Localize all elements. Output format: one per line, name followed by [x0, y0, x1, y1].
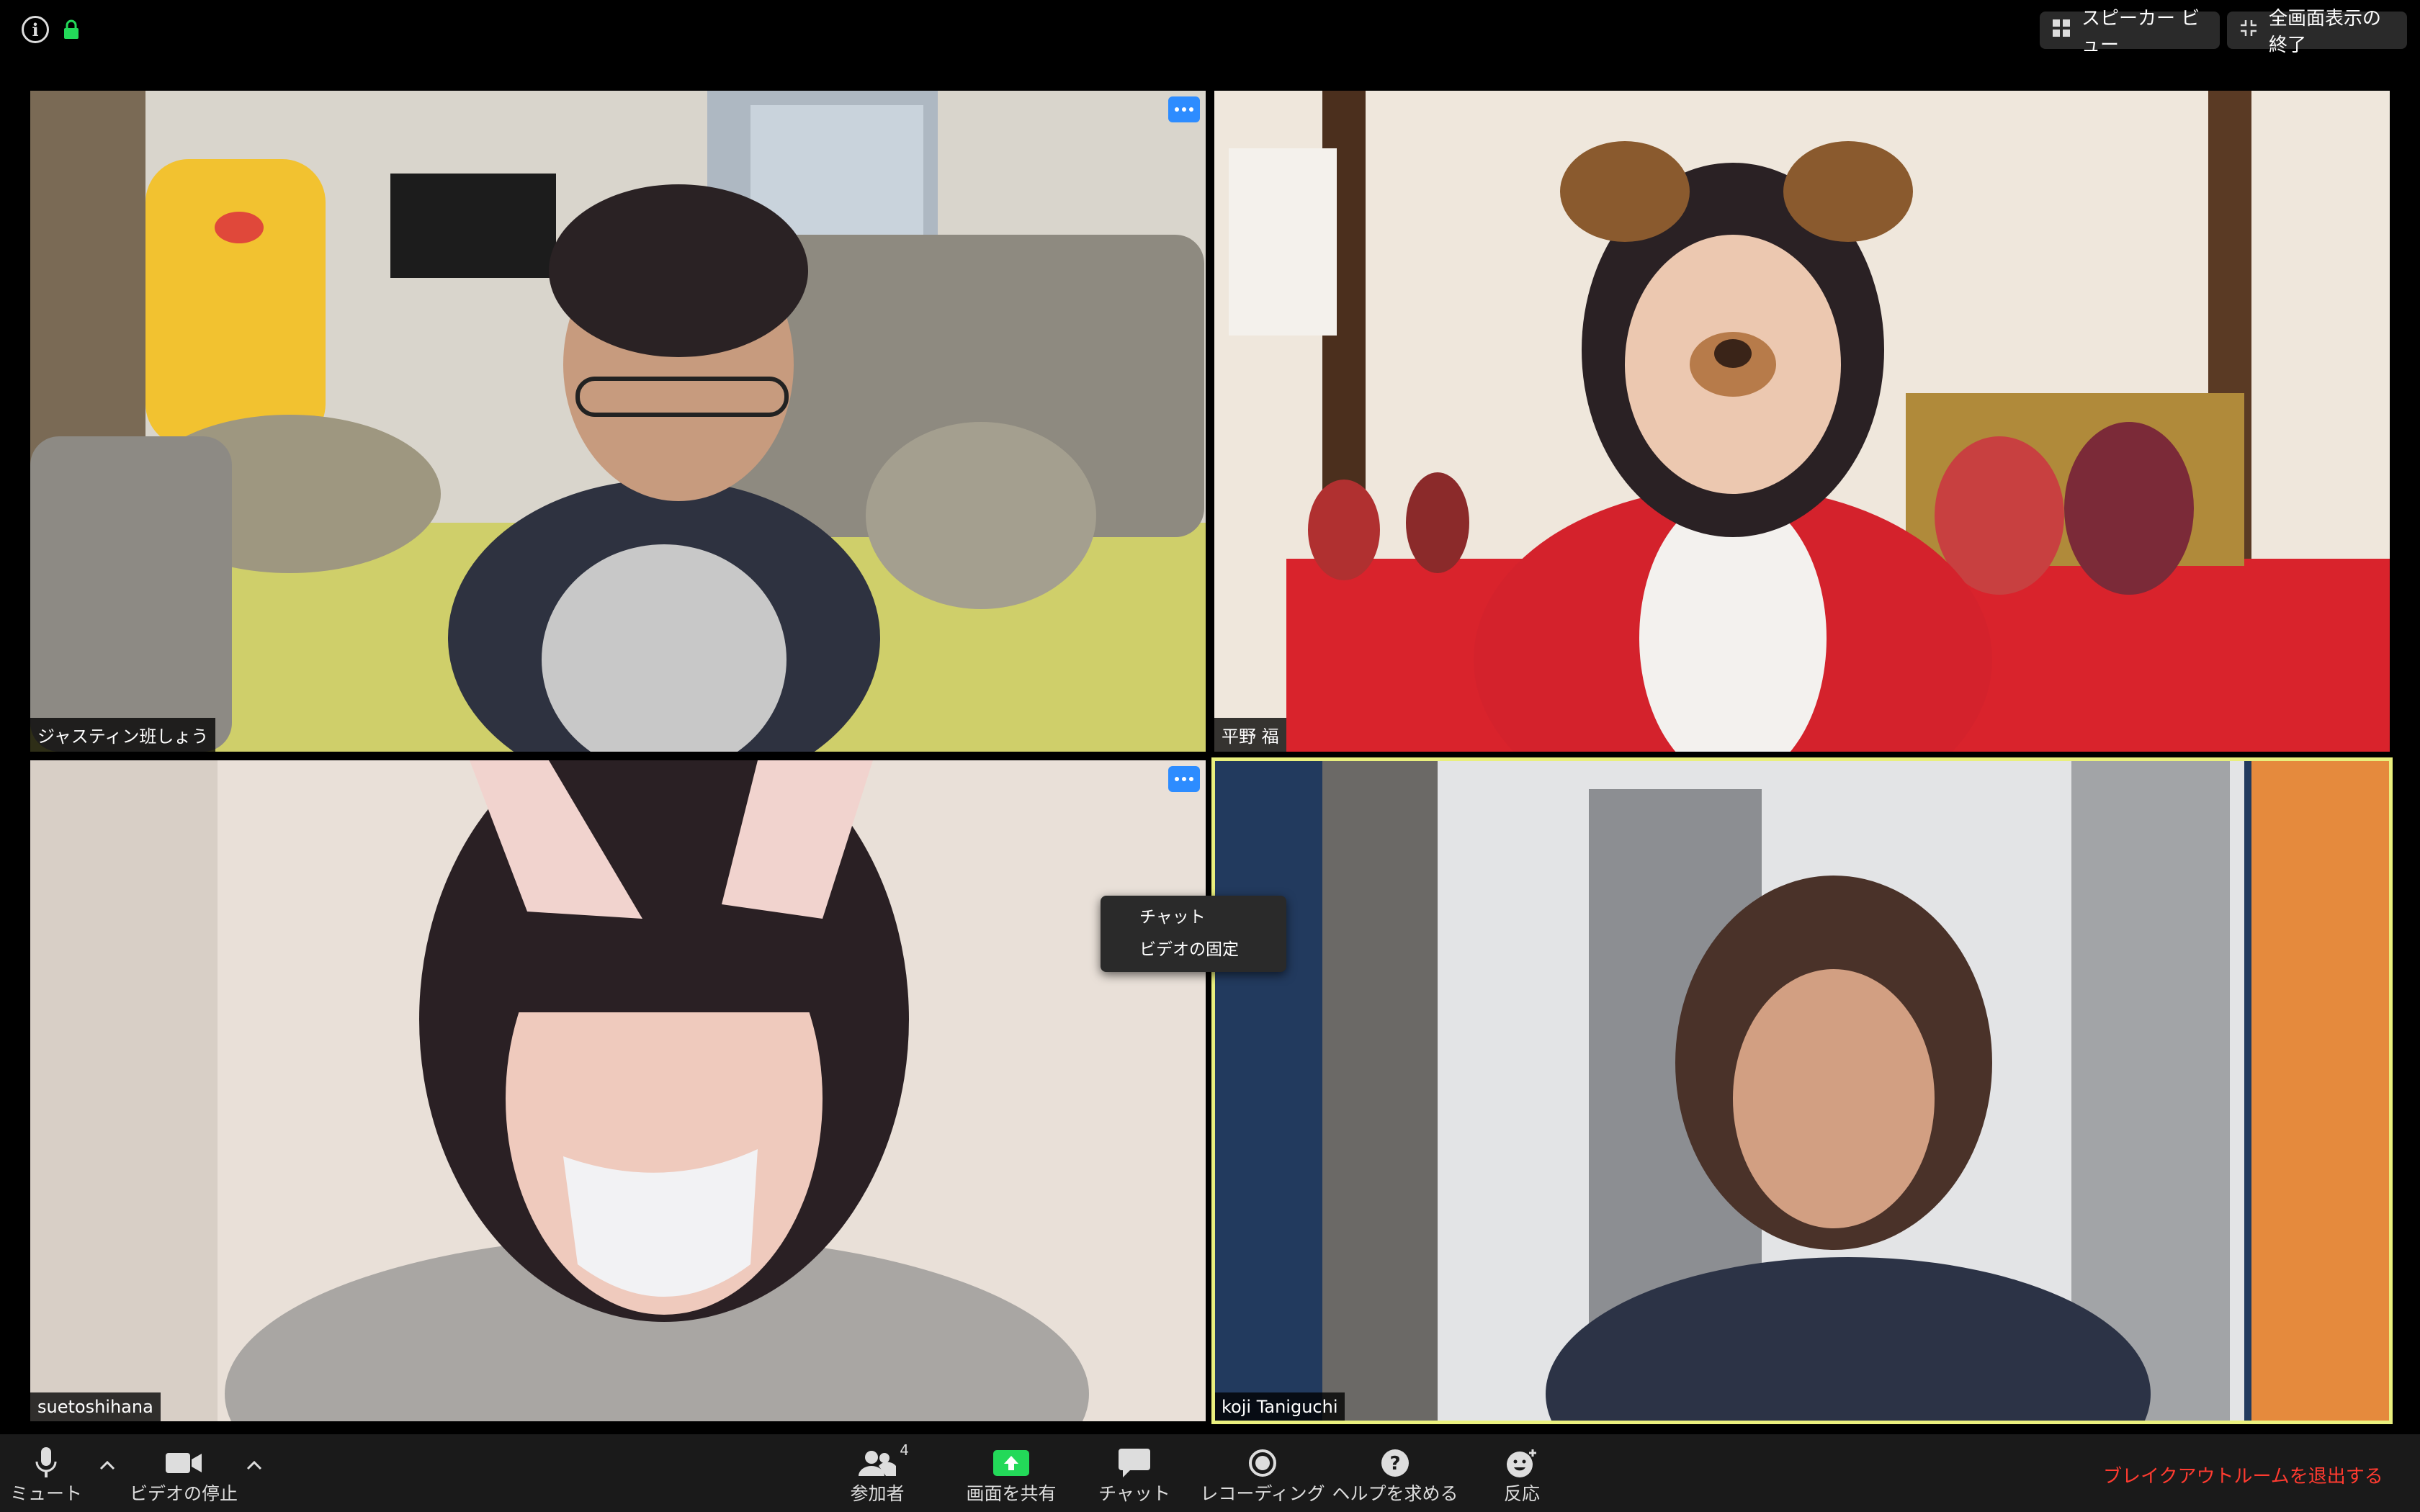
leave-breakout-room-button[interactable]: ブレイクアウトルームを退出する: [2103, 1462, 2383, 1488]
more-icon: [1175, 107, 1193, 112]
reaction-icon: [1506, 1444, 1538, 1482]
chevron-up-icon[interactable]: [95, 1453, 120, 1477]
svg-text:?: ?: [1389, 1453, 1400, 1475]
participant-name-label: koji Taniguchi: [1214, 1392, 1345, 1421]
info-icon[interactable]: i: [22, 16, 49, 43]
more-icon: [1175, 777, 1193, 781]
ask-for-help-button[interactable]: ? ヘルプを求める: [1332, 1440, 1458, 1506]
exit-fullscreen-icon: [2240, 19, 2257, 42]
video-feed: [30, 760, 1206, 1421]
participant-name-label: suetoshihana: [30, 1392, 161, 1421]
video-tile[interactable]: suetoshihana: [30, 760, 1206, 1421]
stop-video-label: ビデオの停止: [129, 1483, 238, 1504]
record-label: レコーディング: [1200, 1483, 1325, 1504]
video-camera-icon: [166, 1444, 202, 1482]
help-icon: ?: [1381, 1444, 1410, 1482]
video-tile[interactable]: ジャスティン班しょう: [30, 91, 1206, 752]
speaker-view-label: スピーカー ビュー: [2081, 8, 2200, 56]
grid-icon: [2053, 19, 2070, 42]
more-options-button[interactable]: [1168, 766, 1200, 792]
video-feed: [30, 91, 1206, 752]
reactions-label: 反応: [1503, 1483, 1540, 1504]
chat-label: チャット: [1098, 1483, 1170, 1504]
record-button[interactable]: レコーディング: [1200, 1440, 1325, 1506]
reactions-button[interactable]: 反応: [1489, 1440, 1554, 1506]
exit-fullscreen-button[interactable]: 全画面表示の終了: [2227, 8, 2407, 56]
video-feed: [1214, 91, 2390, 752]
participant-name-label: 平野 福: [1214, 718, 1286, 752]
participants-count: 4: [900, 1441, 909, 1459]
chevron-up-icon[interactable]: [242, 1453, 266, 1477]
record-icon: [1248, 1444, 1277, 1482]
share-screen-button[interactable]: 画面を共有: [961, 1440, 1062, 1506]
chat-icon: [1119, 1444, 1150, 1482]
lock-icon[interactable]: [58, 16, 85, 43]
participants-label: 参加者: [850, 1483, 905, 1504]
menu-item-pin-video[interactable]: ビデオの固定: [1101, 934, 1286, 966]
share-screen-icon: [993, 1444, 1029, 1482]
mute-label: ミュート: [10, 1483, 83, 1504]
video-feed: [1214, 760, 2390, 1421]
participants-button[interactable]: 4 参加者: [841, 1440, 913, 1506]
speaker-view-button[interactable]: スピーカー ビュー: [2040, 8, 2220, 56]
video-tile[interactable]: koji Taniguchi: [1214, 760, 2390, 1421]
tile-context-menu: チャット ビデオの固定: [1101, 896, 1286, 972]
stop-video-button[interactable]: ビデオの停止: [122, 1440, 245, 1506]
chat-button[interactable]: チャット: [1095, 1440, 1174, 1506]
help-label: ヘルプを求める: [1332, 1483, 1458, 1504]
video-tile[interactable]: 平野 福: [1214, 91, 2390, 752]
exit-fullscreen-label: 全画面表示の終了: [2269, 8, 2382, 56]
participant-name-label: ジャスティン班しょう: [30, 718, 216, 752]
menu-item-chat[interactable]: チャット: [1101, 901, 1286, 934]
share-screen-label: 画面を共有: [966, 1483, 1057, 1504]
microphone-icon: [35, 1444, 57, 1482]
top-bar: i スピーカー ビュー 全画面表示の終了: [0, 0, 2420, 79]
mute-button[interactable]: ミュート: [10, 1440, 82, 1506]
participants-icon: 4: [859, 1441, 909, 1482]
more-options-button[interactable]: [1168, 96, 1200, 122]
